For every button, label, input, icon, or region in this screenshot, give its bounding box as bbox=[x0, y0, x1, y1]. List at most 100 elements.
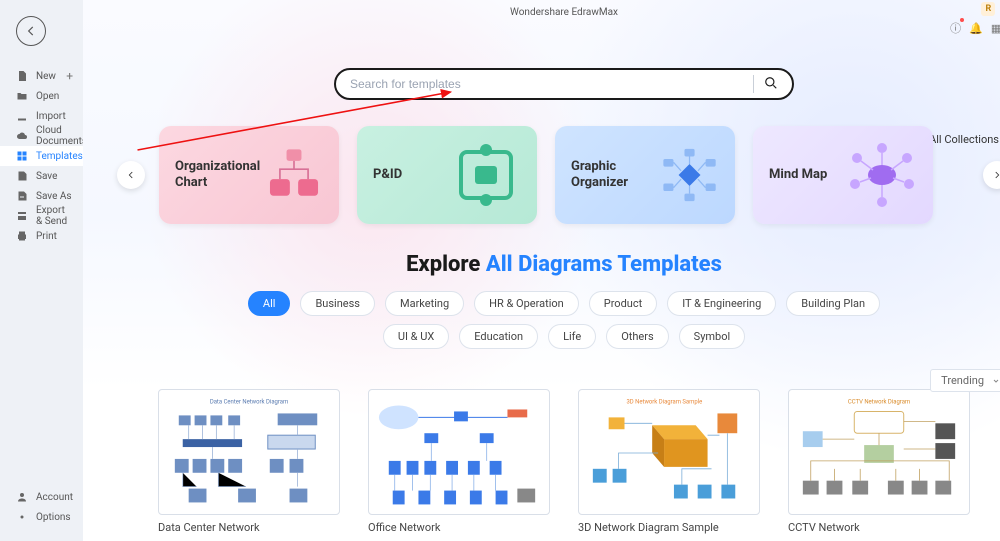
mind-map-icon bbox=[847, 142, 917, 208]
print-icon bbox=[16, 230, 28, 242]
apps-icon[interactable]: ▦ bbox=[991, 22, 1000, 35]
sidebar: New + Open Import Cloud Documents Templa… bbox=[0, 0, 83, 541]
filter-product[interactable]: Product bbox=[589, 291, 657, 316]
plus-icon[interactable]: + bbox=[66, 69, 73, 83]
sidebar-item-templates[interactable]: Templates bbox=[0, 146, 83, 166]
filter-hr-operation[interactable]: HR & Operation bbox=[474, 291, 579, 316]
sidebar-item-label: Import bbox=[36, 111, 66, 122]
window-controls: R — ▢ ✕ bbox=[981, 2, 1000, 16]
search-bar bbox=[334, 68, 794, 100]
carousel-next-button[interactable] bbox=[983, 161, 1000, 189]
category-label: Organizational Chart bbox=[175, 159, 265, 192]
filter-business[interactable]: Business bbox=[300, 291, 375, 316]
category-carousel: Organizational Chart P&ID bbox=[83, 126, 1000, 224]
templates-icon bbox=[16, 150, 28, 162]
sidebar-item-account[interactable]: Account bbox=[0, 487, 83, 507]
svg-text:Data Center Network Diagram: Data Center Network Diagram bbox=[210, 399, 288, 406]
filter-row-1: All Business Marketing HR & Operation Pr… bbox=[83, 291, 1000, 316]
template-title: Office Network bbox=[368, 521, 550, 534]
filter-education[interactable]: Education bbox=[459, 324, 538, 349]
template-thumb: CCTV Network Diagram bbox=[788, 389, 970, 515]
template-thumb: 3D Network Diagram Sample bbox=[578, 389, 760, 515]
sort-dropdown[interactable]: Trending bbox=[930, 369, 1000, 392]
org-chart-icon bbox=[265, 142, 323, 208]
gear-icon bbox=[16, 511, 28, 523]
template-title: CCTV Network bbox=[788, 521, 970, 534]
template-title: 3D Network Diagram Sample bbox=[578, 521, 760, 534]
sidebar-item-options[interactable]: Options bbox=[0, 507, 83, 527]
carousel-prev-button[interactable] bbox=[117, 161, 145, 189]
sidebar-item-label: New bbox=[36, 71, 56, 82]
sort-label: Trending bbox=[941, 374, 984, 387]
main-area: Wondershare EdrawMax R — ▢ ✕ ⓘ 🔔 ▦ ☵ ⚙ A… bbox=[83, 0, 1000, 541]
category-label: Mind Map bbox=[769, 167, 827, 183]
template-card[interactable]: 3D Network Diagram Sample bbox=[578, 389, 760, 534]
folder-icon bbox=[16, 90, 28, 102]
sidebar-item-label: Options bbox=[36, 512, 71, 523]
category-card-graphic-organizer[interactable]: Graphic Organizer bbox=[555, 126, 735, 224]
sidebar-item-label: Open bbox=[36, 91, 59, 102]
help-icon[interactable]: ⓘ bbox=[950, 20, 961, 36]
sidebar-menu: New + Open Import Cloud Documents Templa… bbox=[0, 66, 83, 246]
explore-accent: All Diagrams Templates bbox=[486, 252, 722, 277]
back-button[interactable] bbox=[16, 16, 46, 46]
category-card-org-chart[interactable]: Organizational Chart bbox=[159, 126, 339, 224]
explore-heading: Explore All Diagrams Templates bbox=[83, 252, 1000, 277]
sidebar-item-label: Account bbox=[36, 492, 73, 503]
template-thumb bbox=[368, 389, 550, 515]
template-title: Data Center Network bbox=[158, 521, 340, 534]
sidebar-item-label: Cloud Documents bbox=[36, 125, 87, 147]
sidebar-item-label: Export & Send bbox=[36, 205, 73, 227]
filter-it-engineering[interactable]: IT & Engineering bbox=[667, 291, 776, 316]
search-input[interactable] bbox=[350, 77, 743, 91]
filter-symbol[interactable]: Symbol bbox=[679, 324, 746, 349]
filter-life[interactable]: Life bbox=[548, 324, 596, 349]
sidebar-item-open[interactable]: Open bbox=[0, 86, 83, 106]
sidebar-item-label: Save As bbox=[36, 191, 72, 202]
save-icon bbox=[16, 170, 28, 182]
filter-all[interactable]: All bbox=[248, 291, 291, 316]
filter-others[interactable]: Others bbox=[606, 324, 668, 349]
category-card-mind-map[interactable]: Mind Map bbox=[753, 126, 933, 224]
user-icon bbox=[16, 491, 28, 503]
save-as-icon bbox=[16, 190, 28, 202]
toolbar-icons: ⓘ 🔔 ▦ ☵ ⚙ bbox=[950, 20, 1000, 36]
avatar[interactable]: R bbox=[981, 2, 995, 16]
sidebar-item-cloud-documents[interactable]: Cloud Documents bbox=[0, 126, 83, 146]
template-grid: Data Center Network Diagram bbox=[83, 389, 1000, 534]
sidebar-item-label: Templates bbox=[36, 151, 83, 162]
app-title: Wondershare EdrawMax bbox=[510, 7, 618, 18]
category-label: P&ID bbox=[373, 167, 402, 183]
template-card[interactable]: Data Center Network Diagram bbox=[158, 389, 340, 534]
file-plus-icon bbox=[16, 70, 28, 82]
explore-prefix: Explore bbox=[406, 252, 486, 277]
import-icon bbox=[16, 110, 28, 122]
sidebar-item-print[interactable]: Print bbox=[0, 226, 83, 246]
sidebar-item-label: Print bbox=[36, 231, 57, 242]
category-card-pid[interactable]: P&ID bbox=[357, 126, 537, 224]
sidebar-item-save[interactable]: Save bbox=[0, 166, 83, 186]
template-card[interactable]: CCTV Network Diagram bbox=[788, 389, 970, 534]
svg-text:3D Network Diagram Sample: 3D Network Diagram Sample bbox=[626, 399, 702, 406]
search-button[interactable] bbox=[764, 76, 778, 93]
svg-text:CCTV Network Diagram: CCTV Network Diagram bbox=[848, 399, 910, 406]
sidebar-item-label: Save bbox=[36, 171, 57, 182]
template-card[interactable]: Office Network bbox=[368, 389, 550, 534]
filter-building-plan[interactable]: Building Plan bbox=[786, 291, 880, 316]
cloud-icon bbox=[16, 130, 28, 142]
sidebar-item-import[interactable]: Import bbox=[0, 106, 83, 126]
sidebar-item-export-send[interactable]: Export & Send bbox=[0, 206, 83, 226]
sidebar-item-new[interactable]: New + bbox=[0, 66, 83, 86]
bell-icon[interactable]: 🔔 bbox=[969, 22, 983, 35]
titlebar: Wondershare EdrawMax R — ▢ ✕ bbox=[83, 4, 1000, 20]
template-thumb: Data Center Network Diagram bbox=[158, 389, 340, 515]
filter-row-2: UI & UX Education Life Others Symbol bbox=[83, 324, 1000, 349]
export-icon bbox=[16, 210, 28, 222]
filter-ui-ux[interactable]: UI & UX bbox=[383, 324, 449, 349]
filter-marketing[interactable]: Marketing bbox=[385, 291, 464, 316]
category-label: Graphic Organizer bbox=[571, 159, 660, 192]
divider bbox=[753, 75, 754, 93]
graphic-organizer-icon bbox=[660, 142, 719, 208]
pid-icon bbox=[451, 142, 521, 208]
sidebar-item-save-as[interactable]: Save As bbox=[0, 186, 83, 206]
